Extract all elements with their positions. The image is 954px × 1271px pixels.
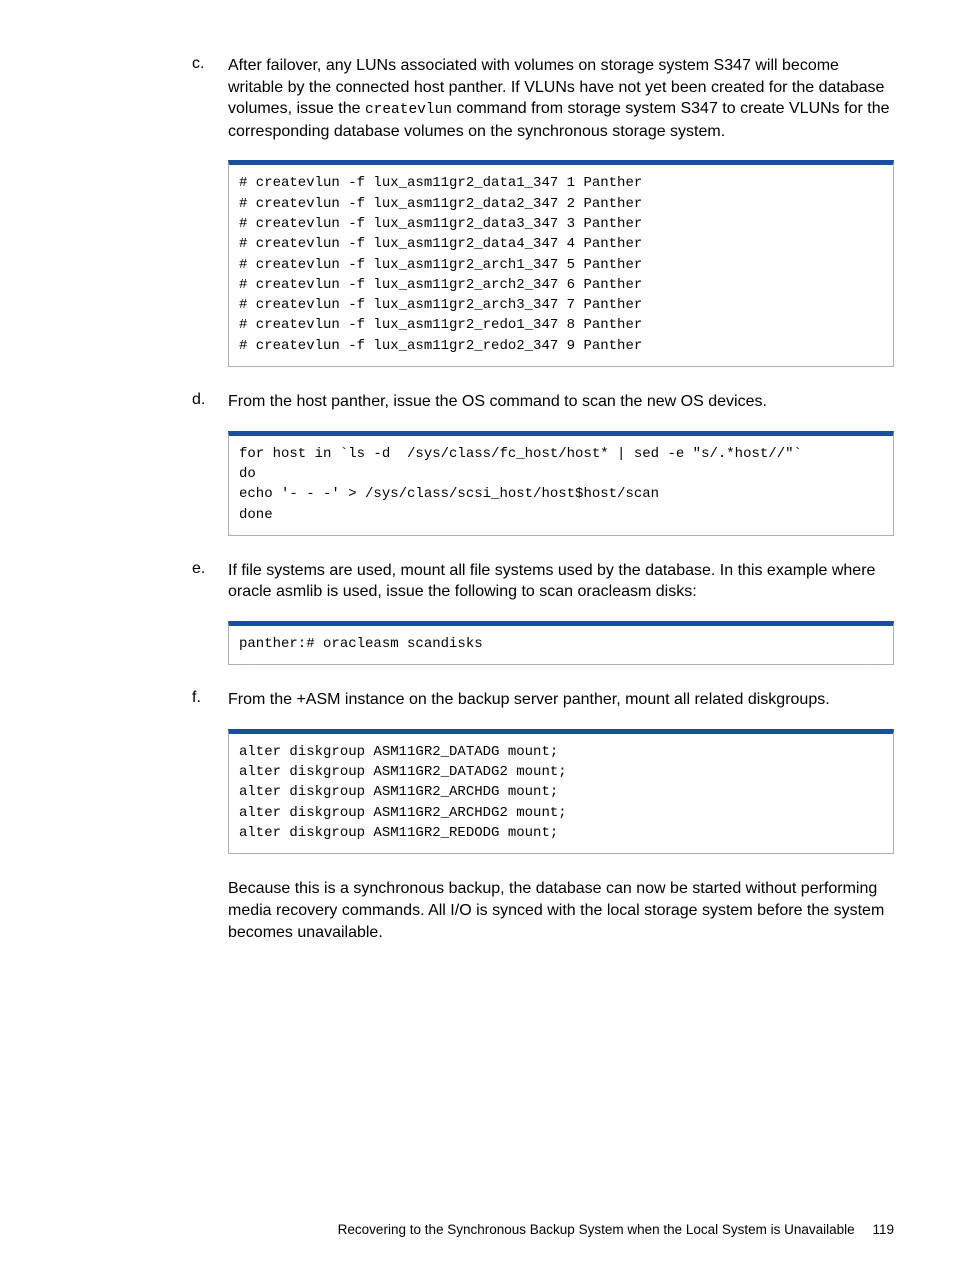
code-block-f: alter diskgroup ASM11GR2_DATADG mount; a… — [228, 729, 894, 854]
code-block-c: # createvlun -f lux_asm11gr2_data1_347 1… — [228, 160, 894, 367]
step-d-content: From the host panther, issue the OS comm… — [228, 391, 894, 413]
step-e-content: If file systems are used, mount all file… — [228, 560, 894, 603]
step-d-marker: d. — [60, 391, 228, 413]
step-f-trailing-text: Because this is a synchronous backup, th… — [228, 878, 894, 943]
footer-title: Recovering to the Synchronous Backup Sys… — [338, 1222, 855, 1237]
page: c. After failover, any LUNs associated w… — [0, 0, 954, 1271]
footer-page-number: 119 — [872, 1222, 894, 1237]
step-f-trailing-spacer — [60, 878, 228, 943]
page-footer: Recovering to the Synchronous Backup Sys… — [338, 1222, 894, 1237]
step-e: e. If file systems are used, mount all f… — [60, 560, 894, 603]
step-d: d. From the host panther, issue the OS c… — [60, 391, 894, 413]
step-f-text-before: From the +ASM instance on the backup ser… — [228, 691, 830, 708]
step-c-marker: c. — [60, 55, 228, 142]
code-block-d: for host in `ls -d /sys/class/fc_host/ho… — [228, 431, 894, 536]
step-f-trailing: Because this is a synchronous backup, th… — [60, 878, 894, 943]
step-c-inline-code: createvlun — [365, 102, 452, 118]
step-e-text-before: If file systems are used, mount all file… — [228, 562, 875, 601]
step-f: f. From the +ASM instance on the backup … — [60, 689, 894, 711]
step-f-marker: f. — [60, 689, 228, 711]
code-block-e: panther:# oracleasm scandisks — [228, 621, 894, 665]
step-e-marker: e. — [60, 560, 228, 603]
step-f-content: From the +ASM instance on the backup ser… — [228, 689, 894, 711]
step-d-text-before: From the host panther, issue the OS comm… — [228, 393, 767, 410]
step-c-content: After failover, any LUNs associated with… — [228, 55, 894, 142]
step-c: c. After failover, any LUNs associated w… — [60, 55, 894, 142]
